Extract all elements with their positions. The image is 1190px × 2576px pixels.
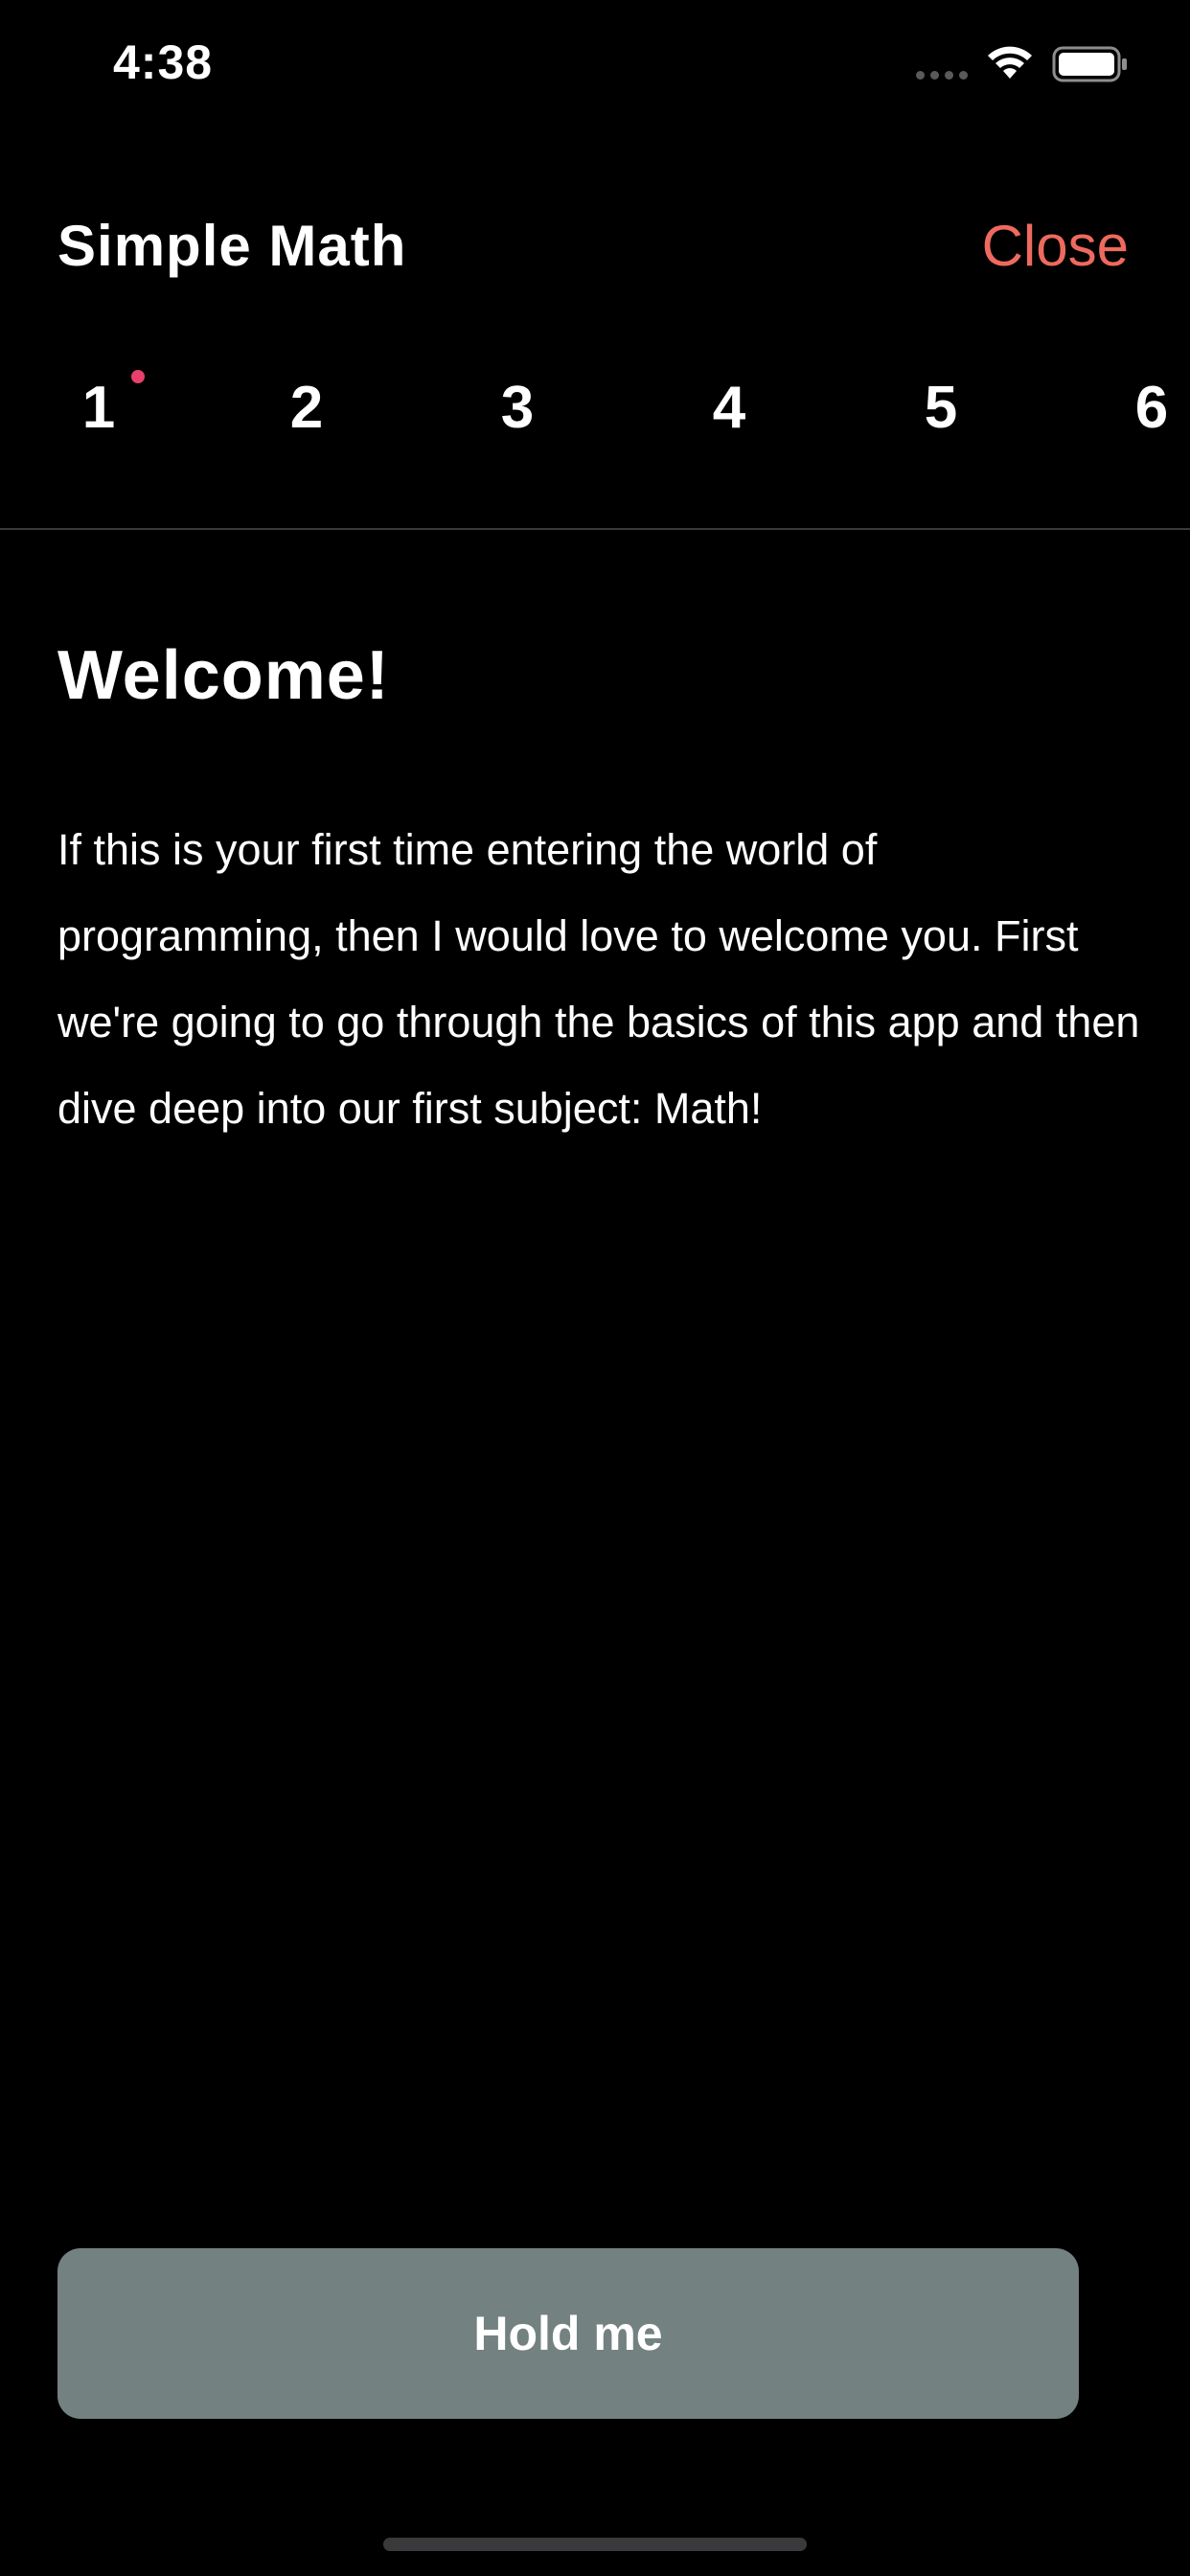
home-indicator[interactable] (383, 2538, 807, 2551)
step-3-tab[interactable]: 3 (479, 374, 556, 442)
divider (0, 528, 1190, 530)
step-4-tab[interactable]: 4 (691, 374, 767, 442)
active-step-indicator (131, 370, 145, 383)
page-title: Simple Math (57, 214, 407, 278)
hold-me-button-label: Hold me (473, 2307, 663, 2360)
close-button[interactable]: Close (982, 213, 1129, 279)
step-nav: 1 2 3 4 5 6 (0, 374, 1190, 470)
status-time: 4:38 (113, 35, 214, 89)
status-bar: 4:38 (0, 0, 1190, 134)
step-5-tab[interactable]: 5 (903, 374, 979, 442)
wifi-icon (988, 46, 1032, 79)
lesson-heading: Welcome! (57, 637, 390, 714)
battery-icon (1052, 46, 1127, 82)
lesson-paragraph: If this is your first time entering the … (57, 825, 1140, 1133)
step-1-tab[interactable]: 1 (60, 374, 137, 442)
cellular-signal-icon (916, 71, 968, 80)
step-2-tab[interactable]: 2 (268, 374, 345, 442)
hold-me-button[interactable]: Hold me (57, 2248, 1079, 2419)
step-6-tab[interactable]: 6 (1113, 374, 1190, 442)
